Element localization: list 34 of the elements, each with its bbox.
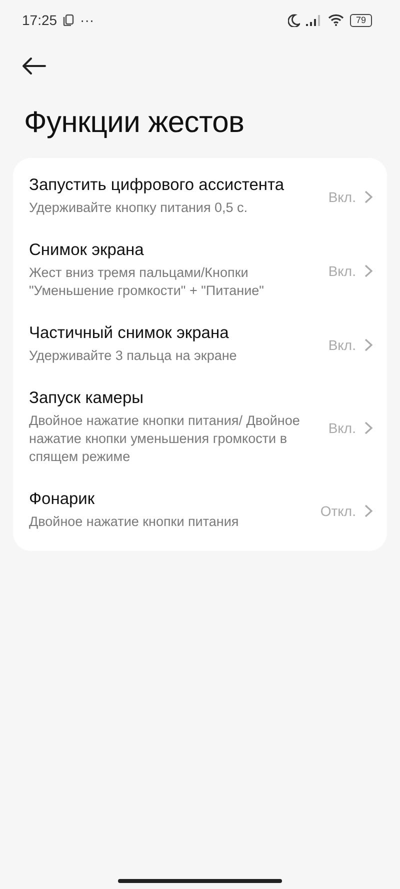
chevron-icon [364, 420, 373, 434]
copy-icon [63, 14, 74, 26]
chevron-icon [364, 264, 373, 278]
chevron-icon [364, 504, 373, 518]
setting-value: Вкл. [328, 420, 356, 436]
more-indicator: ··· [80, 12, 94, 28]
chevron-icon [364, 338, 373, 352]
setting-description: Удерживайте кнопку питания 0,5 с. [29, 199, 249, 217]
setting-description: Двойное нажатие кнопки питания/ Двойное нажатие кнопки уменьшения громкости в спящем режиме [29, 412, 301, 466]
battery-indicator: 79 [350, 14, 372, 26]
setting-value: Откл. [320, 502, 356, 518]
page-title: Функции жестов [24, 106, 246, 140]
setting-title: Снимок экрана [29, 241, 145, 260]
wifi-icon [328, 14, 344, 26]
setting-row[interactable]: Фонарик Двойное нажатие кнопки питания Откл. [13, 478, 387, 543]
setting-value: Вкл. [328, 336, 356, 352]
setting-value: Вкл. [328, 262, 356, 278]
setting-row[interactable]: Частичный снимок экрана Удерживайте 3 пальца на экране Вкл. [13, 312, 387, 377]
moon-icon [288, 14, 300, 26]
setting-row[interactable]: Запуск камеры Двойное нажатие кнопки питания/ Двойное нажатие кнопки уменьшения громкости в спящем режиме Вкл. [13, 377, 387, 478]
setting-row[interactable]: Запустить цифрового ассистента Удерживайте кнопку питания 0,5 с. Вкл. [13, 164, 387, 229]
setting-title: Запуск камеры [29, 389, 145, 408]
setting-title: Фонарик [29, 490, 96, 509]
setting-description: Двойное нажатие кнопки питания [29, 513, 240, 531]
status-time: 17:25 [22, 12, 58, 28]
chevron-icon [364, 190, 373, 204]
setting-description: Удерживайте 3 пальца на экране [29, 347, 238, 365]
setting-title: Запустить цифрового ассистента [29, 176, 286, 195]
setting-title: Частичный снимок экрана [29, 324, 230, 343]
setting-description: Жест вниз тремя пальцами/Кнопки "Уменьшение громкости" + "Питание" [29, 264, 265, 300]
signal-icon [306, 14, 322, 26]
setting-row[interactable]: Снимок экрана Жест вниз тремя пальцами/Кнопки "Уменьшение громкости" + "Питание" Вкл. [13, 229, 387, 312]
back-arrow-icon [22, 57, 46, 75]
setting-value: Вкл. [328, 188, 356, 204]
